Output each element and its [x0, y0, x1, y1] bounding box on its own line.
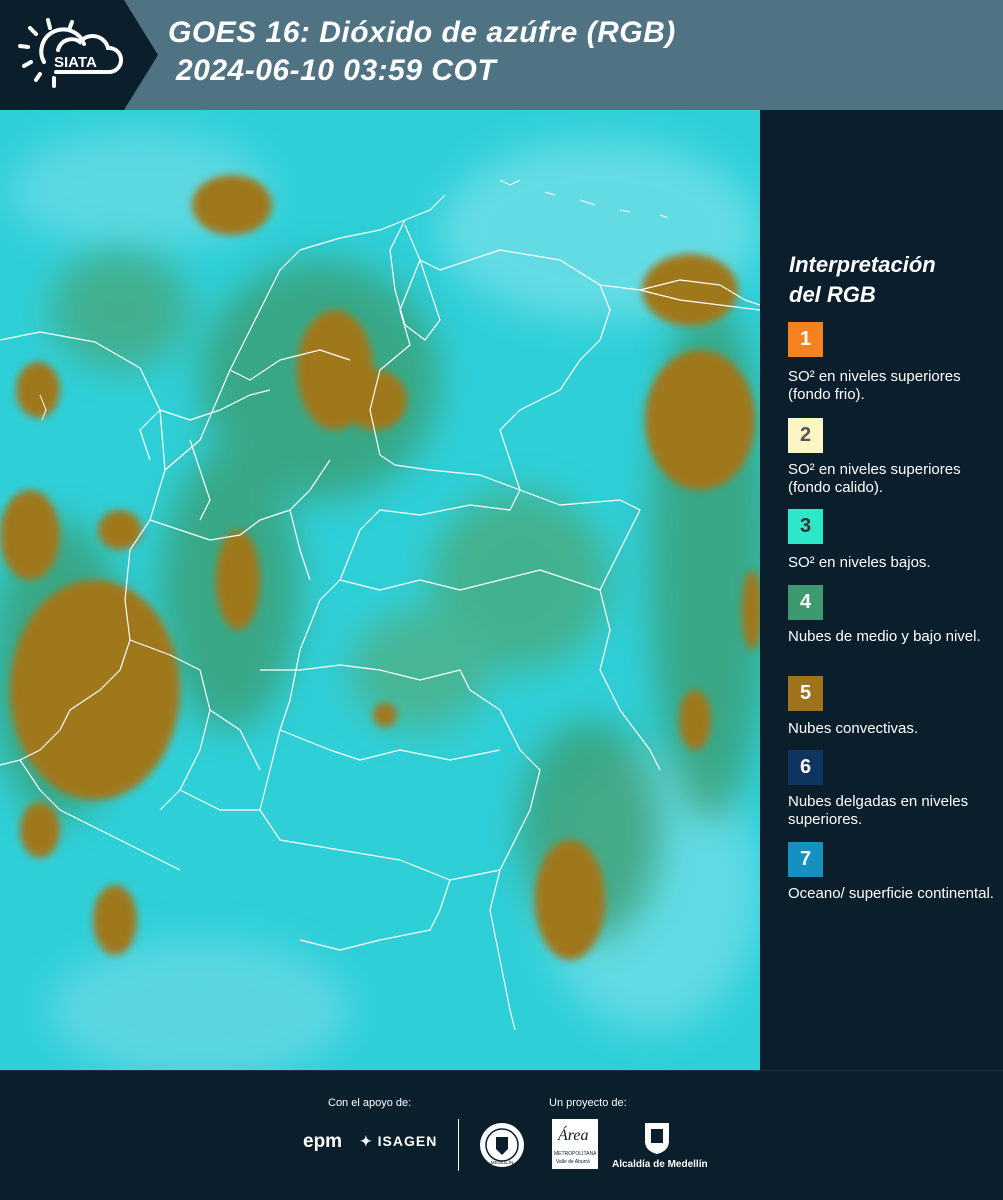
legend-title-line1: Interpretación	[789, 252, 936, 277]
satellite-map-canvas	[0, 110, 760, 1070]
legend-panel: Interpretación del RGB 1 SO² en niveles …	[762, 110, 1003, 1068]
page-timestamp: 2024-06-10 03:59 COT	[176, 54, 497, 87]
footer: Con el apoyo de: Un proyecto de: epm ✦ I…	[0, 1070, 1003, 1200]
area-logo-sub1: METROPOLITANA	[554, 1151, 597, 1157]
isagen-logo: ✦ ISAGEN	[360, 1133, 437, 1150]
project-label: Un proyecto de:	[549, 1097, 627, 1109]
page-title: GOES 16: Dióxido de azúfre (RGB)	[168, 16, 676, 49]
legend-title: Interpretación del RGB	[789, 250, 989, 310]
legend-text-4: Nubes de medio y bajo nivel.	[788, 628, 981, 645]
legend-swatch-2: 2	[788, 418, 823, 453]
legend-swatch-1: 1	[788, 322, 823, 357]
legend-text-6: Nubes delgadas en niveles superiores.	[788, 793, 969, 828]
legend-swatch-7: 7	[788, 842, 823, 877]
area-logo-sub2: Valle de Aburrá	[556, 1159, 590, 1165]
legend-text-2: SO² en niveles superiores (fondo calido)…	[788, 461, 961, 496]
area-metropolitana-logo: Área METROPOLITANA Valle de Aburrá	[552, 1119, 598, 1169]
area-logo-text: Área	[558, 1127, 589, 1144]
legend-number-2: 2	[799, 424, 812, 446]
support-label: Con el apoyo de:	[328, 1097, 412, 1109]
legend-text-5: Nubes convectivas.	[788, 720, 919, 737]
legend-swatch-4: 4	[788, 585, 823, 620]
legend-text-7: Oceano/ superficie continental.	[788, 885, 994, 902]
isagen-icon: ✦	[360, 1133, 373, 1149]
legend-number-1: 1	[799, 328, 812, 350]
sun-cloud-icon: SIATA	[18, 18, 123, 88]
legend-swatch-5: 5	[788, 676, 823, 711]
legend-title-line2: del RGB	[789, 282, 876, 307]
legend-swatch-3: 3	[788, 509, 823, 544]
legend-swatch-6: 6	[788, 750, 823, 785]
legend-number-4: 4	[799, 591, 812, 613]
epm-logo: epm	[303, 1131, 342, 1153]
medellin-seal-icon: MEDELLÍN	[480, 1123, 524, 1167]
satellite-map[interactable]	[0, 110, 760, 1070]
legend-text-1: SO² en niveles superiores (fondo frio).	[788, 368, 961, 403]
header: SIATA GOES 16: Dióxido de azúfre (RGB) 2…	[0, 0, 1003, 110]
legend-number-6: 6	[799, 756, 812, 778]
alcaldia-crest-icon	[645, 1123, 669, 1154]
alcaldia-logo-text: Alcaldía de Medellín	[612, 1159, 708, 1170]
footer-divider	[458, 1119, 459, 1171]
legend-text-3: SO² en niveles bajos.	[788, 554, 931, 571]
isagen-logo-text: ISAGEN	[377, 1133, 438, 1149]
legend-number-7: 7	[799, 848, 812, 870]
legend-number-3: 3	[799, 515, 812, 537]
legend-number-5: 5	[799, 682, 812, 704]
epm-logo-text: epm	[303, 1131, 343, 1152]
medellin-seal-text: MEDELLÍN	[491, 1159, 514, 1165]
logo-text: SIATA	[54, 54, 97, 71]
